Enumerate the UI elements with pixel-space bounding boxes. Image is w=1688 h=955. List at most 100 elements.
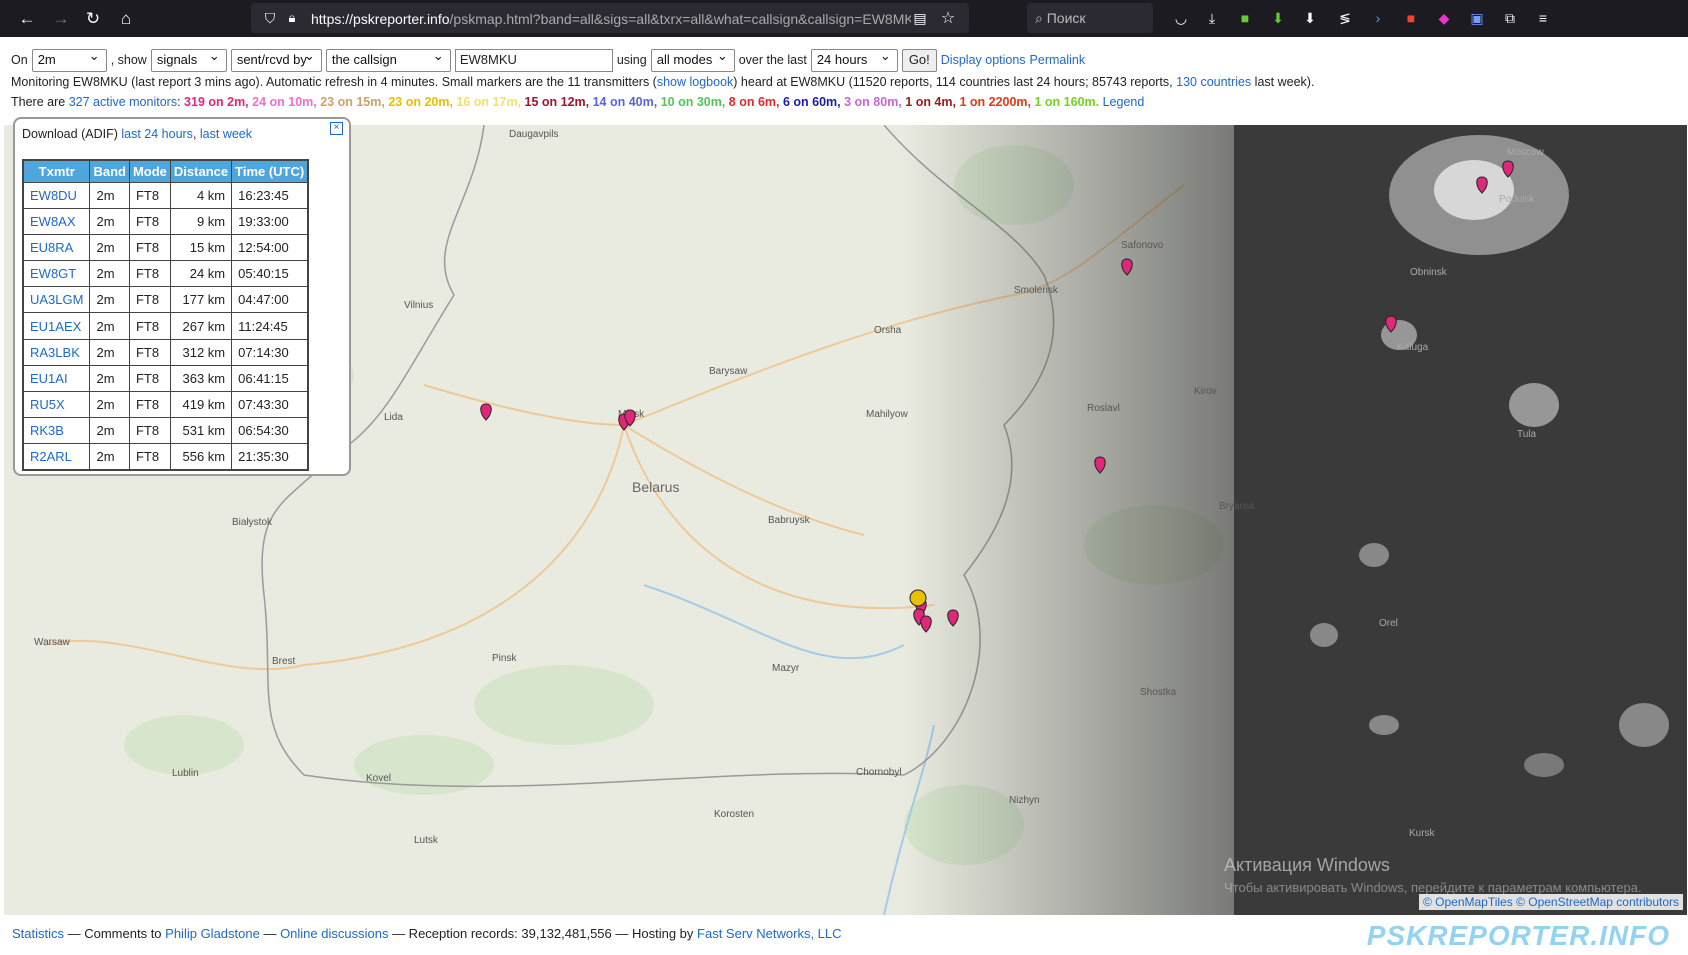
query-row: On 2m , show signals sent/rcvd by the ca… bbox=[11, 48, 1085, 72]
band-counts: 319 on 2m, 24 on 10m, 23 on 15m, 23 on 2… bbox=[184, 95, 1103, 109]
city-label: Mahilyow bbox=[866, 409, 908, 420]
callsign-link[interactable]: EU8RA bbox=[30, 240, 73, 255]
table-body: EW8DU 2m FT8 4 km 16:23:45 EW8AX 2m FT8 9 km 19:3… bbox=[22, 181, 309, 471]
extensions-puzzle-icon[interactable]: ⧉ bbox=[1500, 8, 1520, 28]
back-icon[interactable]: ← bbox=[14, 6, 40, 32]
browser-toolbar: ← → ↻ ⌂ ⛉ 🔒︎ https://pskreporter.info/ps… bbox=[0, 0, 1688, 37]
mode-select[interactable]: all modes bbox=[650, 48, 735, 72]
period-select[interactable]: 24 hours bbox=[810, 48, 898, 72]
callsign-link[interactable]: EW8DU bbox=[30, 188, 77, 203]
column-header[interactable]: Time (UTC) bbox=[231, 159, 309, 183]
distance-cell: 15 km bbox=[169, 233, 233, 262]
save-icon[interactable]: ▣ bbox=[1467, 8, 1487, 28]
status-text-3: last week). bbox=[1254, 75, 1315, 89]
author-link[interactable]: Philip Gladstone bbox=[165, 926, 260, 941]
band-count: 1 on 4m, bbox=[905, 95, 960, 109]
close-icon[interactable]: × bbox=[330, 122, 343, 135]
downloads-icon[interactable]: ⤓ bbox=[1202, 8, 1222, 28]
search-input[interactable]: ⌕ Поиск bbox=[1027, 3, 1153, 33]
extension-icon[interactable]: ≶ bbox=[1335, 8, 1355, 28]
url-text[interactable]: https://pskreporter.info/pskmap.html?ban… bbox=[311, 11, 911, 27]
menu-icon[interactable]: ≡ bbox=[1533, 8, 1553, 28]
callsign-link[interactable]: EU1AI bbox=[30, 371, 68, 386]
callsign-link[interactable]: UA3LGM bbox=[30, 292, 83, 307]
forward-icon[interactable]: → bbox=[48, 6, 74, 32]
go-button[interactable]: Go! bbox=[901, 48, 937, 72]
band-count: 1 on 160m. bbox=[1034, 95, 1103, 109]
reload-icon[interactable]: ↻ bbox=[80, 6, 106, 32]
mode-cell: FT8 bbox=[128, 260, 171, 288]
table-row: EW8AX 2m FT8 9 km 19:33:00 bbox=[22, 207, 309, 235]
mode-cell: FT8 bbox=[128, 417, 171, 445]
band-cell: 2m bbox=[89, 338, 130, 366]
txmtr-cell: EW8AX bbox=[22, 207, 91, 235]
home-icon[interactable]: ⌂ bbox=[113, 6, 139, 32]
table-row: UA3LGM 2m FT8 177 km 04:47:00 bbox=[22, 286, 309, 314]
mode-cell: FT8 bbox=[128, 181, 171, 209]
city-label: Kirov bbox=[1194, 386, 1217, 397]
active-monitors-link[interactable]: 327 active monitors bbox=[69, 95, 177, 109]
callsign-link[interactable]: RU5X bbox=[30, 397, 65, 412]
download-last24-link[interactable]: last 24 hours bbox=[121, 127, 193, 141]
column-header[interactable]: Distance bbox=[169, 159, 233, 183]
download-lastweek-link[interactable]: last week bbox=[200, 127, 252, 141]
callsign-link[interactable]: EW8AX bbox=[30, 214, 76, 229]
permalink-link[interactable]: Permalink bbox=[1030, 53, 1086, 67]
city-label: Białystok bbox=[232, 517, 273, 528]
bookmark-star-icon[interactable]: ☆ bbox=[935, 5, 961, 31]
distance-cell: 363 km bbox=[169, 364, 233, 393]
txmtr-cell: EU1AI bbox=[22, 364, 91, 393]
countries-link[interactable]: 130 countries bbox=[1176, 75, 1251, 89]
column-header[interactable]: Txmtr bbox=[22, 159, 91, 183]
city-label: Shostka bbox=[1140, 687, 1177, 698]
direction-select[interactable]: sent/rcvd by bbox=[230, 48, 322, 72]
signals-select[interactable]: signals bbox=[150, 48, 227, 72]
column-header[interactable]: Mode bbox=[128, 159, 171, 183]
download-manager-icon[interactable]: ⬇ bbox=[1300, 8, 1320, 28]
band-select[interactable]: 2m bbox=[31, 48, 107, 72]
band-count: 10 on 30m, bbox=[660, 95, 729, 109]
extension-green-icon[interactable]: ■ bbox=[1235, 8, 1255, 28]
statistics-link[interactable]: Statistics bbox=[12, 926, 64, 941]
time-cell: 07:43:30 bbox=[231, 390, 309, 419]
home-station-marker[interactable] bbox=[909, 589, 927, 607]
color-picker-icon[interactable]: ◆ bbox=[1434, 8, 1454, 28]
band-count: 24 on 10m, bbox=[252, 95, 321, 109]
mode-cell: FT8 bbox=[128, 390, 171, 419]
extension-blue-icon[interactable]: › bbox=[1368, 8, 1388, 28]
callsign-link[interactable]: RA3LBK bbox=[30, 345, 80, 360]
extension-red-icon[interactable]: ■ bbox=[1401, 8, 1421, 28]
pocket-icon[interactable]: ◡ bbox=[1171, 8, 1191, 28]
windows-activation-watermark: Активация Windows bbox=[1224, 855, 1390, 875]
map-attribution: © OpenMapTiles © OpenStreetMap contribut… bbox=[1418, 894, 1683, 910]
reader-view-icon[interactable]: ▤ bbox=[907, 5, 933, 31]
distance-cell: 4 km bbox=[169, 181, 233, 209]
footer-sep-1: — Comments to bbox=[64, 926, 166, 941]
city-label: Bryansk bbox=[1219, 501, 1256, 512]
address-bar[interactable]: ⛉ 🔒︎ https://pskreporter.info/pskmap.htm… bbox=[251, 3, 969, 33]
band-count: 14 on 40m, bbox=[592, 95, 661, 109]
txmtr-cell: RU5X bbox=[22, 390, 91, 419]
city-label: Vilnius bbox=[404, 300, 433, 311]
display-options-link[interactable]: Display options bbox=[941, 53, 1026, 67]
city-label: Babruysk bbox=[768, 515, 811, 526]
callsign-link[interactable]: EU1AEX bbox=[30, 319, 81, 334]
discussions-link[interactable]: Online discussions bbox=[280, 926, 388, 941]
callsign-link[interactable]: R2ARL bbox=[30, 449, 72, 464]
openmaptiles-link[interactable]: © OpenMapTiles bbox=[1423, 895, 1513, 909]
lock-icon[interactable]: 🔒︎ bbox=[279, 5, 305, 31]
column-header[interactable]: Band bbox=[89, 159, 130, 183]
what-select[interactable]: the callsign bbox=[325, 48, 451, 72]
callsign-link[interactable]: EW8GT bbox=[30, 266, 76, 281]
extension-arrow-icon[interactable]: ⬇ bbox=[1268, 8, 1288, 28]
legend-link[interactable]: Legend bbox=[1103, 95, 1145, 109]
host-link[interactable]: Fast Serv Networks, LLC bbox=[697, 926, 842, 941]
callsign-link[interactable]: RK3B bbox=[30, 423, 64, 438]
city-label: Kovel bbox=[366, 773, 391, 784]
show-logbook-link[interactable]: show logbook bbox=[657, 75, 733, 89]
city-label: Orel bbox=[1379, 618, 1398, 629]
band-count: 8 on 6m, bbox=[728, 95, 783, 109]
txmtr-cell: EU8RA bbox=[22, 233, 91, 262]
callsign-input[interactable]: EW8MKU bbox=[454, 48, 613, 72]
openstreetmap-link[interactable]: © OpenStreetMap contributors bbox=[1516, 895, 1679, 909]
